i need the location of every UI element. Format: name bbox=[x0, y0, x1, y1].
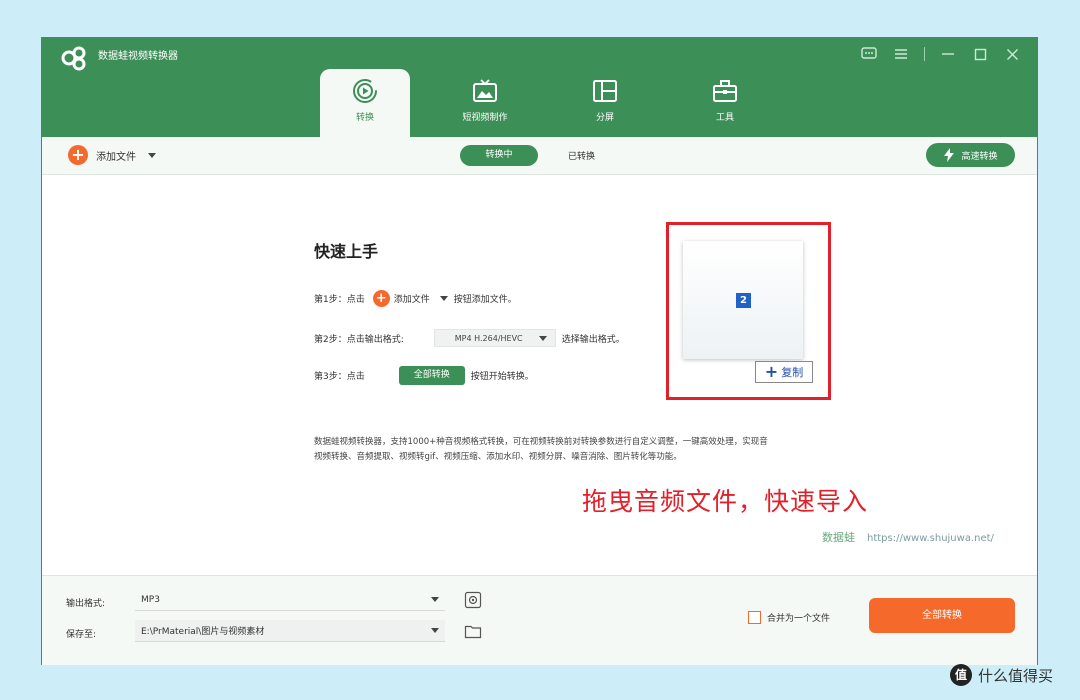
app-description: 数据蛙视频转换器，支持1000+种音视频格式转换，可在视频转换前对转换参数进行自… bbox=[314, 437, 768, 462]
title-bar: 数据蛙视频转换器 转换 短视频制作 分屏 工具 bbox=[42, 38, 1037, 137]
step-add-file-button[interactable]: + 添加文件 bbox=[372, 290, 448, 307]
output-format-value: MP3 bbox=[141, 594, 160, 605]
tab-converting[interactable]: 转换中 bbox=[460, 145, 538, 166]
high-speed-button[interactable]: 高速转换 bbox=[926, 143, 1015, 167]
add-file-button[interactable]: + 添加文件 bbox=[68, 145, 156, 165]
menu-icon[interactable] bbox=[890, 45, 912, 63]
tab-tools[interactable]: 工具 bbox=[680, 69, 770, 137]
step-text: 第2步：点击输出格式: bbox=[314, 334, 404, 345]
tab-split-screen[interactable]: 分屏 bbox=[560, 69, 650, 137]
app-window: 数据蛙视频转换器 转换 短视频制作 分屏 工具 + 添加文件 转换中 已转换 高… bbox=[41, 37, 1038, 665]
chevron-down-icon[interactable] bbox=[148, 152, 156, 158]
site-logo-icon: 值 bbox=[950, 664, 972, 686]
site-badge: 值 什么值得买 bbox=[950, 664, 1053, 686]
output-panel: 输出格式: MP3 保存至: E:\PrMaterial\图片与视频素材 合并为… bbox=[42, 575, 1037, 665]
watermark-url: https://www.shujuwa.net/ bbox=[867, 533, 994, 544]
plus-icon: + bbox=[764, 362, 779, 381]
step-text: 按钮添加文件。 bbox=[453, 295, 517, 305]
plus-icon: + bbox=[372, 290, 390, 307]
guide-title: 快速上手 bbox=[314, 242, 379, 261]
window-controls bbox=[858, 45, 1023, 63]
chevron-down-icon bbox=[431, 628, 439, 633]
tab-label: 转换 bbox=[355, 113, 374, 123]
watermark: 数据蛙 https://www.shujuwa.net/ bbox=[822, 529, 994, 545]
step-text: 第1步：点击 bbox=[314, 295, 365, 305]
guide-step-2: 第2步：点击输出格式: MP4 H.264/HEVC 选择输出格式。 bbox=[314, 329, 625, 347]
main-tabs: 转换 短视频制作 分屏 工具 bbox=[320, 69, 800, 137]
tab-short-video[interactable]: 短视频制作 bbox=[440, 69, 530, 137]
lightning-icon bbox=[944, 148, 955, 162]
save-path-select[interactable]: E:\PrMaterial\图片与视频素材 bbox=[135, 620, 445, 642]
controls-divider bbox=[924, 47, 925, 61]
output-format-label: 输出格式: bbox=[66, 599, 106, 609]
high-speed-label: 高速转换 bbox=[961, 151, 998, 162]
toolbox-icon bbox=[713, 80, 737, 102]
format-settings-icon[interactable] bbox=[463, 590, 483, 610]
file-count-badge: 2 bbox=[736, 293, 751, 308]
step-format-select[interactable]: MP4 H.264/HEVC bbox=[433, 329, 556, 347]
tab-convert[interactable]: 转换 bbox=[320, 69, 410, 137]
tab-label: 工具 bbox=[715, 113, 734, 123]
site-name: 什么值得买 bbox=[978, 666, 1054, 685]
chevron-down-icon bbox=[538, 335, 547, 341]
step-text: 按钮开始转换。 bbox=[470, 372, 534, 382]
chevron-down-icon[interactable] bbox=[439, 296, 448, 301]
save-to-label: 保存至: bbox=[66, 630, 97, 640]
maximize-icon[interactable] bbox=[969, 45, 991, 63]
output-format-select[interactable]: MP3 bbox=[135, 589, 445, 611]
guide-step-1: 第1步：点击 + 添加文件 按钮添加文件。 bbox=[314, 290, 517, 307]
merge-checkbox[interactable] bbox=[748, 611, 761, 624]
add-file-label: 添加文件 bbox=[96, 151, 136, 163]
copy-label: 复制 bbox=[781, 366, 804, 379]
tab-label: 短视频制作 bbox=[462, 113, 508, 123]
step-text: 第3步：点击 bbox=[314, 372, 365, 382]
close-icon[interactable] bbox=[1001, 45, 1023, 63]
tv-icon bbox=[473, 79, 497, 102]
format-value: MP4 H.264/HEVC bbox=[454, 333, 523, 343]
step-add-file-label: 添加文件 bbox=[393, 295, 430, 305]
split-screen-icon bbox=[593, 80, 617, 102]
convert-icon bbox=[353, 79, 377, 103]
folder-icon[interactable] bbox=[463, 621, 483, 641]
convert-all-button[interactable]: 全部转换 bbox=[869, 598, 1015, 633]
copy-tooltip: + 复制 bbox=[755, 361, 813, 383]
merge-option[interactable]: 合并为一个文件 bbox=[748, 611, 830, 624]
guide-step-3: 第3步：点击 全部转换 按钮开始转换。 bbox=[314, 366, 534, 385]
watermark-brand: 数据蛙 bbox=[822, 531, 855, 544]
app-logo-icon bbox=[61, 46, 86, 71]
tab-converted[interactable]: 已转换 bbox=[568, 149, 595, 162]
save-path-value: E:\PrMaterial\图片与视频素材 bbox=[141, 627, 265, 637]
merge-label: 合并为一个文件 bbox=[767, 614, 831, 624]
step-convert-all-button[interactable]: 全部转换 bbox=[398, 366, 465, 385]
convert-toolbar: + 添加文件 转换中 已转换 高速转换 bbox=[42, 137, 1037, 175]
minimize-icon[interactable] bbox=[937, 45, 959, 63]
feedback-icon[interactable] bbox=[858, 45, 880, 63]
chevron-down-icon bbox=[431, 597, 439, 602]
plus-icon: + bbox=[68, 145, 88, 165]
app-title: 数据蛙视频转换器 bbox=[98, 51, 178, 62]
step-text: 选择输出格式。 bbox=[561, 334, 625, 345]
tab-label: 分屏 bbox=[595, 113, 614, 123]
drag-caption: 拖曳音频文件，快速导入 bbox=[582, 487, 869, 516]
